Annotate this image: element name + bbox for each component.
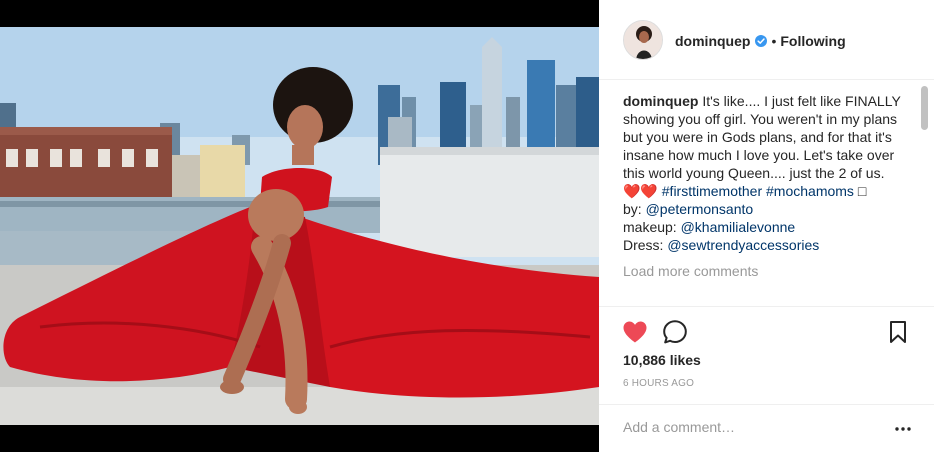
header-separator: • xyxy=(771,33,777,49)
bookmark-icon xyxy=(890,321,906,343)
caption-username-link[interactable]: dominquep xyxy=(623,93,698,109)
avatar[interactable] xyxy=(623,20,663,60)
post-details-panel: dominquep • Following dominquep It's lik… xyxy=(599,0,934,452)
comment-button[interactable] xyxy=(662,319,688,345)
credit-label: makeup: xyxy=(623,219,677,235)
more-options-button[interactable] xyxy=(893,419,913,439)
comment-icon xyxy=(663,320,687,344)
like-button[interactable] xyxy=(622,319,648,345)
save-button[interactable] xyxy=(885,319,911,345)
hashtag-link[interactable]: #firsttimemother xyxy=(662,183,762,199)
comment-input[interactable] xyxy=(623,417,873,437)
likes-count[interactable]: 10,886 likes xyxy=(623,352,701,368)
mention-link[interactable]: @sewtrendyaccessories xyxy=(667,237,819,253)
verified-badge-icon xyxy=(755,35,768,47)
username-link[interactable]: dominquep xyxy=(675,32,750,50)
post-photo[interactable] xyxy=(0,27,599,425)
caption: dominquep It's like.... I just felt like… xyxy=(623,92,913,254)
load-more-comments-button[interactable]: Load more comments xyxy=(623,262,913,280)
caption-emoji: ❤️❤️ xyxy=(623,183,658,199)
comments-area: dominquep It's like.... I just felt like… xyxy=(623,92,913,306)
avatar-image xyxy=(624,21,662,59)
following-button[interactable]: Following xyxy=(780,32,845,50)
scrollbar-thumb[interactable] xyxy=(921,86,928,130)
mention-link[interactable]: @khamilialevonne xyxy=(681,219,796,235)
heart-filled-icon xyxy=(623,321,647,343)
credit-label: Dress: xyxy=(623,237,664,253)
credit-label: by: xyxy=(623,201,642,217)
post-actions: 10,886 likes 6 HOURS AGO xyxy=(599,306,934,404)
more-options-icon xyxy=(895,427,911,431)
post-header: dominquep • Following xyxy=(599,0,934,80)
comments-scrollbar[interactable] xyxy=(921,86,928,306)
post-header-row: dominquep • Following xyxy=(675,32,846,50)
add-comment-bar xyxy=(599,404,934,452)
hashtag-link[interactable]: #mochamoms xyxy=(766,183,854,199)
mention-link[interactable]: @petermonsanto xyxy=(646,201,754,217)
caption-box-glyph: □ xyxy=(857,183,867,199)
post-image xyxy=(0,27,599,425)
post-timestamp[interactable]: 6 HOURS AGO xyxy=(623,378,694,389)
